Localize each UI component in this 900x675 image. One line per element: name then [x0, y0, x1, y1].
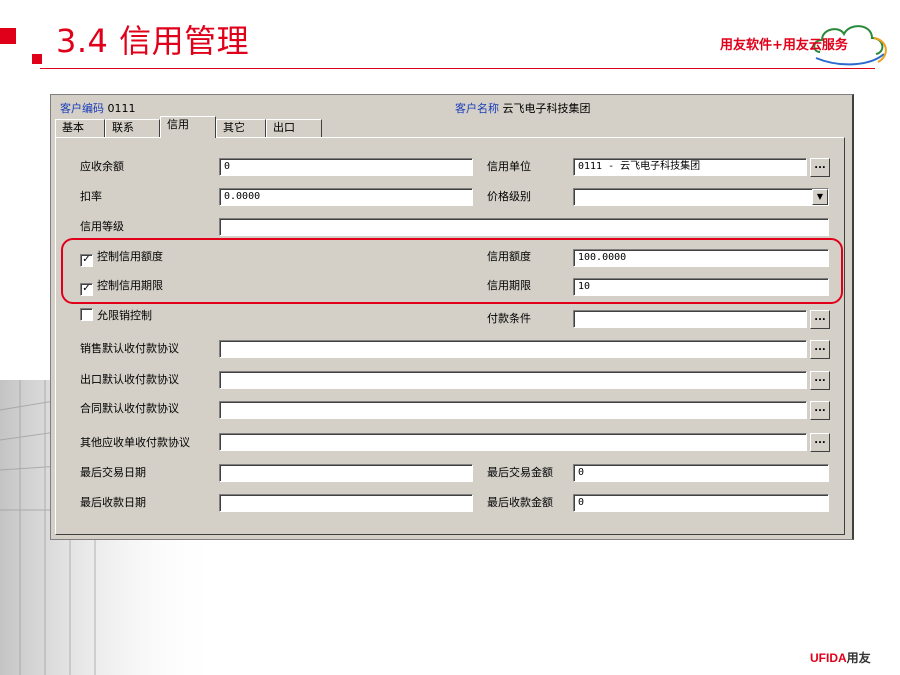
customer-code-value: 0111: [107, 102, 136, 115]
credit-unit-browse-button[interactable]: ...: [810, 158, 830, 177]
customer-name: 客户名称 云飞电子科技集团: [455, 100, 591, 116]
last-receipt-date-label: 最后收款日期: [80, 496, 146, 509]
brand-text: 用友软件+用友云服务: [720, 38, 848, 53]
brand-logo: 用友软件+用友云服务: [720, 18, 890, 70]
limit-sales-control-checkbox[interactable]: 允限销控制: [80, 307, 152, 323]
sales-default-agreement-label: 销售默认收付款协议: [80, 342, 179, 355]
credit-unit-label: 信用单位: [487, 160, 531, 173]
credit-limit-field[interactable]: 100.0000: [573, 249, 829, 267]
tab-other[interactable]: 其它: [216, 119, 266, 137]
slide-title: 3.4 信用管理: [56, 22, 250, 60]
sales-default-agreement-field[interactable]: [219, 340, 807, 358]
discount-rate-field[interactable]: 0.0000: [219, 188, 473, 206]
customer-credit-dialog: 客户编码 0111 客户名称 云飞电子科技集团 基本 联系 信用 其它 出口 应…: [50, 94, 854, 540]
ufida-logo-cn: 用友: [846, 651, 871, 665]
ufida-logo-en: UFIDA: [810, 651, 847, 665]
payment-terms-label: 付款条件: [487, 312, 531, 325]
other-receivable-agreement-browse-button[interactable]: ...: [810, 433, 830, 452]
customer-name-value: 云飞电子科技集团: [502, 102, 591, 115]
credit-tab-panel: 应收余额 0 信用单位 0111 - 云飞电子科技集团 ... 扣率 0.000…: [55, 137, 845, 535]
contract-default-agreement-field[interactable]: [219, 401, 807, 419]
control-credit-period-checkbox[interactable]: ✓ 控制信用期限: [80, 277, 163, 296]
customer-name-label: 客户名称: [455, 102, 499, 115]
control-credit-limit-label: 控制信用额度: [97, 250, 163, 263]
tab-contact[interactable]: 联系: [105, 119, 160, 137]
sales-default-agreement-browse-button[interactable]: ...: [810, 340, 830, 359]
payment-terms-browse-button[interactable]: ...: [810, 310, 830, 329]
credit-grade-label: 信用等级: [80, 220, 124, 233]
decor-square-small: [32, 54, 42, 64]
credit-unit-field[interactable]: 0111 - 云飞电子科技集团: [573, 158, 807, 176]
decor-square-large: [0, 28, 16, 44]
control-credit-period-check-icon[interactable]: ✓: [80, 283, 93, 296]
customer-info-bar: 客户编码 0111 客户名称 云飞电子科技集团: [51, 97, 852, 116]
other-receivable-agreement-field[interactable]: [219, 433, 807, 451]
contract-default-agreement-browse-button[interactable]: ...: [810, 401, 830, 420]
tab-export[interactable]: 出口: [266, 119, 322, 137]
credit-period-label: 信用期限: [487, 279, 531, 292]
ufida-logo: UFIDA用友: [810, 649, 871, 666]
export-default-agreement-field[interactable]: [219, 371, 807, 389]
last-trade-amount-label: 最后交易金额: [487, 466, 553, 479]
control-credit-period-label: 控制信用期限: [97, 279, 163, 292]
limit-sales-control-check-icon[interactable]: [80, 308, 93, 321]
price-level-label: 价格级别: [487, 190, 531, 203]
last-trade-date-label: 最后交易日期: [80, 466, 146, 479]
chevron-down-icon[interactable]: ▼: [812, 189, 828, 205]
last-receipt-date-field[interactable]: [219, 494, 473, 512]
customer-code: 客户编码 0111: [60, 100, 136, 116]
last-receipt-amount-label: 最后收款金额: [487, 496, 553, 509]
contract-default-agreement-label: 合同默认收付款协议: [80, 402, 179, 415]
tab-credit[interactable]: 信用: [160, 116, 216, 138]
credit-grade-field[interactable]: [219, 218, 829, 236]
tab-basic[interactable]: 基本: [55, 119, 105, 137]
receivable-balance-label: 应收余额: [80, 160, 124, 173]
credit-period-field[interactable]: 10: [573, 278, 829, 296]
last-trade-amount-field[interactable]: 0: [573, 464, 829, 482]
control-credit-limit-check-icon[interactable]: ✓: [80, 254, 93, 267]
credit-limit-label: 信用额度: [487, 250, 531, 263]
other-receivable-agreement-label: 其他应收单收付款协议: [80, 436, 190, 449]
last-receipt-amount-field[interactable]: 0: [573, 494, 829, 512]
discount-rate-label: 扣率: [80, 190, 102, 203]
control-credit-limit-checkbox[interactable]: ✓ 控制信用额度: [80, 248, 163, 267]
last-trade-date-field[interactable]: [219, 464, 473, 482]
customer-code-label: 客户编码: [60, 102, 104, 115]
receivable-balance-field[interactable]: 0: [219, 158, 473, 176]
export-default-agreement-browse-button[interactable]: ...: [810, 371, 830, 390]
price-level-select[interactable]: [573, 188, 829, 206]
export-default-agreement-label: 出口默认收付款协议: [80, 373, 179, 386]
payment-terms-field[interactable]: [573, 310, 807, 328]
limit-sales-control-label: 允限销控制: [97, 309, 152, 322]
